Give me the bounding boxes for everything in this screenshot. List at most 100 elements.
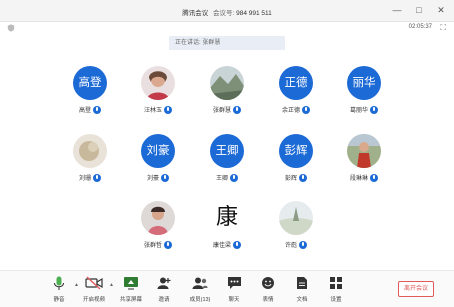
chevron-up-icon[interactable]: ▲ — [109, 282, 114, 288]
settings-label: 设置 — [330, 297, 342, 303]
chat-label: 聊天 — [228, 297, 240, 303]
mic-icon — [370, 105, 378, 114]
participant-name: 刘豪 — [146, 176, 159, 182]
add-user-icon — [157, 277, 171, 289]
share-screen-label: 共享屏幕 — [119, 297, 142, 303]
avatar-photo-icon — [279, 201, 313, 235]
members-label: 成员(13) — [189, 297, 211, 303]
mic-icon — [93, 105, 101, 114]
participant-tile[interactable]: 康 康佳梁 — [196, 201, 256, 259]
avatar-photo-icon — [73, 134, 107, 168]
docs-button[interactable]: 文档 — [287, 275, 317, 303]
docs-label: 文档 — [296, 297, 308, 303]
camera-off-icon — [85, 276, 103, 290]
participant-name: 葛丽华 — [349, 108, 368, 114]
members-button[interactable]: 成员(13) — [185, 275, 215, 303]
chat-icon — [227, 277, 241, 289]
start-video-button[interactable]: 开启视频 — [79, 275, 109, 303]
avatar: 王卿 — [210, 134, 244, 168]
participant-tile[interactable]: 王卿 王卿 — [196, 134, 256, 192]
window-controls: — □ ✕ — [392, 5, 446, 15]
avatar — [210, 66, 244, 100]
avatar: 高登 — [73, 66, 107, 100]
leave-meeting-button[interactable]: 离开会议 — [398, 281, 434, 297]
chat-button[interactable]: 聊天 — [219, 275, 249, 303]
participant-name: 余正德 — [281, 108, 300, 114]
avatar: 正德 — [279, 66, 313, 100]
invite-button[interactable]: 邀请 — [149, 275, 179, 303]
document-icon — [297, 277, 307, 289]
participant-tile[interactable]: 张群慧 — [196, 66, 256, 124]
bottom-toolbar: 静音 ▲ 开启视频 ▲ 共享屏幕 邀请 成员(13) 聊天 表情 文档 设置 离… — [0, 270, 454, 307]
avatar-photo-icon — [347, 134, 381, 168]
emoji-icon — [262, 277, 274, 289]
mic-icon — [161, 173, 169, 182]
start-video-label: 开启视频 — [82, 297, 105, 303]
meeting-id-label: 会议号: — [213, 10, 235, 17]
microphone-icon — [54, 276, 64, 290]
avatar — [141, 201, 175, 235]
members-icon — [192, 277, 208, 289]
avatar: 刘豪 — [141, 134, 175, 168]
participant-name: 段琳琳 — [349, 176, 368, 182]
avatar — [141, 66, 175, 100]
meeting-id: 984 991 511 — [236, 10, 272, 17]
participant-name: 张群慧 — [212, 108, 231, 114]
avatar: 康 — [210, 201, 244, 235]
participant-name: 王卿 — [215, 176, 228, 182]
participant-name: 许彪 — [284, 243, 297, 249]
close-icon[interactable]: ✕ — [436, 5, 446, 15]
settings-grid-icon — [330, 277, 342, 289]
participant-tile[interactable]: 张群哲 — [127, 201, 187, 259]
maximize-icon[interactable]: □ — [414, 5, 424, 15]
share-screen-button[interactable]: 共享屏幕 — [116, 275, 146, 303]
avatar — [347, 134, 381, 168]
status-bar: 02:05:37 ⛶ — [0, 22, 454, 34]
mic-icon — [233, 105, 241, 114]
avatar-photo-icon — [141, 201, 175, 235]
share-screen-icon — [124, 277, 138, 290]
avatar — [279, 201, 313, 235]
mic-icon — [302, 105, 310, 114]
invite-label: 邀请 — [158, 297, 170, 303]
participant-name: 张群哲 — [143, 243, 162, 249]
mute-button[interactable]: 静音 — [44, 275, 74, 303]
avatar-photo-icon — [210, 66, 244, 100]
shield-icon[interactable] — [7, 24, 15, 32]
participant-name: 高登 — [78, 108, 91, 114]
mic-icon — [93, 173, 101, 182]
participant-name: 汪林玉 — [143, 108, 162, 114]
mic-icon — [299, 173, 307, 182]
settings-button[interactable]: 设置 — [321, 275, 351, 303]
app-name: 腾讯会议 — [182, 10, 209, 17]
participant-tile[interactable]: 段琳琳 — [333, 134, 393, 192]
mute-label: 静音 — [53, 297, 65, 303]
participant-tile[interactable]: 许彪 — [265, 201, 325, 259]
participant-tile[interactable]: 彭辉 彭辉 — [265, 134, 325, 192]
mic-icon — [370, 173, 378, 182]
window-title: 腾讯会议 会议号: 984 991 511 — [0, 7, 454, 17]
fullscreen-icon[interactable]: ⛶ — [440, 23, 446, 32]
meeting-timer: 02:05:37 — [408, 24, 432, 30]
emoji-button[interactable]: 表情 — [253, 275, 283, 303]
avatar-photo-icon — [141, 66, 175, 100]
minimize-icon[interactable]: — — [392, 5, 402, 15]
mic-icon — [233, 240, 241, 249]
participant-tile[interactable]: 刘珊 — [59, 134, 119, 192]
participant-tile[interactable]: 汪林玉 — [127, 66, 187, 124]
participant-name: 彭辉 — [284, 176, 297, 182]
participant-tile[interactable]: 高登 高登 — [59, 66, 119, 124]
participant-tile[interactable]: 丽华 葛丽华 — [333, 66, 393, 124]
participant-tile[interactable]: 正德 余正德 — [265, 66, 325, 124]
avatar: 彭辉 — [279, 134, 313, 168]
mic-icon — [164, 240, 172, 249]
avatar: 丽华 — [347, 66, 381, 100]
speaking-indicator: 正在讲话: 张群慧 — [169, 36, 285, 50]
title-bar: 腾讯会议 会议号: 984 991 511 — □ ✕ — [0, 0, 454, 22]
mic-icon — [299, 240, 307, 249]
participant-name: 刘珊 — [78, 176, 91, 182]
mic-icon — [164, 105, 172, 114]
emoji-label: 表情 — [262, 297, 274, 303]
avatar — [73, 134, 107, 168]
participant-tile[interactable]: 刘豪 刘豪 — [127, 134, 187, 192]
